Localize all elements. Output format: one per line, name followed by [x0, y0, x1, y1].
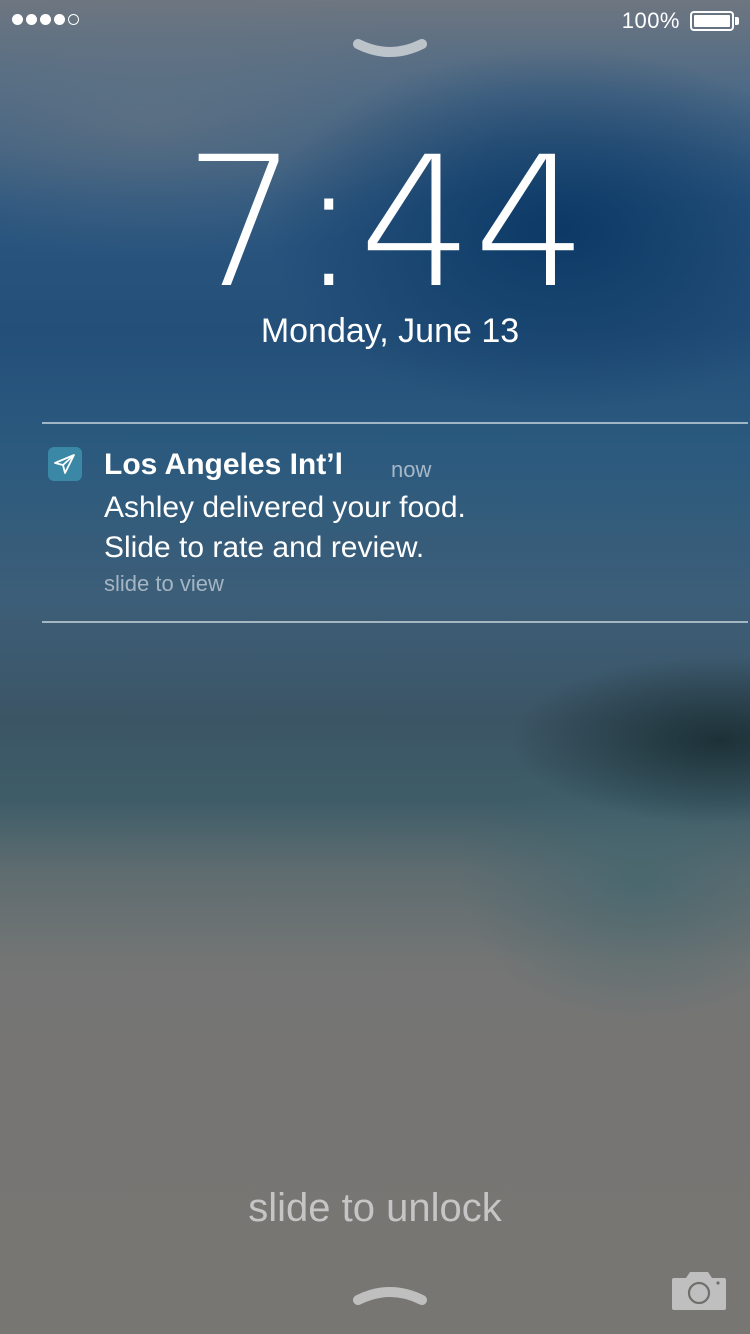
signal-strength-icon — [12, 14, 79, 25]
battery-nub — [735, 17, 739, 25]
chevron-grabber-icon[interactable] — [352, 1284, 428, 1308]
notification-app-name: Los Angeles Int’l — [104, 448, 343, 481]
notification-body-line: Slide to rate and review. — [104, 531, 425, 564]
battery-percentage: 100% — [621, 8, 680, 33]
paper-plane-icon — [48, 447, 82, 481]
battery-icon — [690, 11, 734, 31]
notification-banner[interactable]: Los Angeles Int’l now Ashley delivered y… — [0, 424, 750, 621]
clock-time-text: 7:44 — [184, 150, 588, 300]
battery-level-fill — [694, 15, 730, 27]
notification-time: now — [391, 457, 432, 482]
notification-action-hint: slide to view — [104, 571, 224, 596]
signal-dot — [12, 14, 23, 25]
signal-dot — [26, 14, 37, 25]
chevron-grabber-icon[interactable] — [352, 36, 428, 60]
notification-body-line: Ashley delivered your food. — [104, 491, 466, 524]
signal-dot — [54, 14, 65, 25]
status-bar: 100% — [0, 0, 750, 40]
notification-divider — [42, 621, 748, 623]
slide-to-unlock[interactable]: slide to unlock — [0, 1186, 750, 1231]
clock-time: 7:44 — [184, 150, 588, 300]
notification-body: Ashley delivered your food. Slide to rat… — [104, 488, 466, 568]
date-label: Monday, June 13 — [260, 312, 520, 350]
camera-icon[interactable] — [670, 1268, 728, 1312]
signal-dot — [40, 14, 51, 25]
signal-dot — [68, 14, 79, 25]
